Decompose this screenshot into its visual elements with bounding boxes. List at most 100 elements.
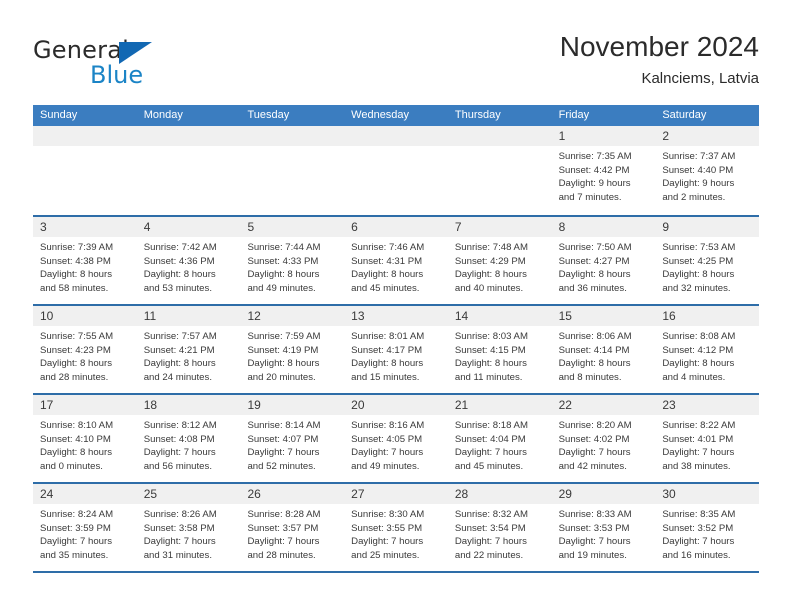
day-number: 14 bbox=[454, 309, 469, 323]
sunset-text: Sunset: 4:01 PM bbox=[662, 433, 734, 445]
day-number: 17 bbox=[40, 398, 54, 412]
sunrise-text: Sunrise: 8:06 AM bbox=[558, 331, 632, 342]
day-cell[interactable]: 1 Sunrise: 7:35 AM Sunset: 4:42 PM Daylight… bbox=[551, 126, 656, 215]
day-cell[interactable]: 15 Sunrise: 8:06 AM Sunset: 4:14 PM Dayligh… bbox=[551, 306, 656, 393]
sunrise-text: Sunrise: 7:44 AM bbox=[247, 242, 321, 253]
daylight-text-line1: Daylight: 8 hours bbox=[662, 358, 735, 370]
day-cell[interactable]: 13 Sunrise: 8:01 AM Sunset: 4:17 PM Dayligh… bbox=[344, 306, 448, 393]
daylight-text-line1: Daylight: 7 hours bbox=[40, 536, 112, 548]
day-number-band bbox=[136, 126, 241, 146]
sunset-text: Sunset: 4:07 PM bbox=[247, 433, 319, 445]
day-number: 26 bbox=[247, 487, 261, 501]
day-number: 16 bbox=[662, 309, 676, 323]
day-cell[interactable]: 11 Sunrise: 7:57 AM Sunset: 4:21 PM Dayligh… bbox=[136, 306, 241, 393]
day-cell[interactable]: 16 Sunrise: 8:08 AM Sunset: 4:12 PM Dayligh… bbox=[655, 306, 760, 393]
day-cell[interactable]: 19 Sunrise: 8:14 AM Sunset: 4:07 PM Dayligh… bbox=[240, 395, 345, 482]
daylight-text-line2: and 7 minutes. bbox=[558, 191, 622, 203]
day-cell[interactable]: 12 Sunrise: 7:59 AM Sunset: 4:19 PM Dayligh… bbox=[240, 306, 345, 393]
day-number-band bbox=[240, 126, 345, 146]
sunrise-text: Sunrise: 7:37 AM bbox=[662, 151, 736, 162]
daylight-text-line2: and 38 minutes. bbox=[662, 460, 731, 472]
day-cell[interactable]: 5 Sunrise: 7:44 AM Sunset: 4:33 PM Daylight… bbox=[240, 217, 345, 304]
sunset-text: Sunset: 4:36 PM bbox=[143, 255, 215, 267]
daylight-text-line1: Daylight: 8 hours bbox=[351, 358, 424, 370]
sunset-text: Sunset: 4:21 PM bbox=[143, 344, 215, 356]
sunset-text: Sunset: 4:12 PM bbox=[662, 344, 734, 356]
day-number-band: 17 bbox=[33, 395, 137, 415]
day-number: 28 bbox=[454, 487, 469, 501]
day-info: Sunrise: 8:16 AM Sunset: 4:05 PM Daylight:… bbox=[344, 415, 448, 473]
day-cell[interactable]: 8 Sunrise: 7:50 AM Sunset: 4:27 PM Daylight… bbox=[551, 217, 656, 304]
day-cell[interactable]: 4 Sunrise: 7:42 AM Sunset: 4:36 PM Daylight… bbox=[136, 217, 241, 304]
day-cell[interactable]: 10 Sunrise: 7:55 AM Sunset: 4:23 PM Dayligh… bbox=[33, 306, 137, 393]
day-number-band: 7 bbox=[447, 217, 552, 237]
day-number-band: 11 bbox=[136, 306, 241, 326]
daylight-text-line1: Daylight: 7 hours bbox=[247, 536, 320, 548]
day-info: Sunrise: 8:12 AM Sunset: 4:08 PM Daylight:… bbox=[137, 415, 241, 473]
day-cell[interactable]: 24 Sunrise: 8:24 AM Sunset: 3:59 PM Dayligh… bbox=[33, 484, 137, 571]
day-number-band: 12 bbox=[240, 306, 345, 326]
sunset-text: Sunset: 3:52 PM bbox=[662, 522, 734, 534]
day-info: Sunrise: 8:33 AM Sunset: 3:53 PM Daylight:… bbox=[552, 504, 656, 562]
general-blue-logo: General Blue bbox=[33, 36, 213, 89]
day-cell[interactable]: 21 Sunrise: 8:18 AM Sunset: 4:04 PM Dayligh… bbox=[447, 395, 552, 482]
sunrise-text: Sunrise: 7:50 AM bbox=[558, 242, 632, 253]
day-cell[interactable]: 23 Sunrise: 8:22 AM Sunset: 4:01 PM Dayligh… bbox=[655, 395, 760, 482]
day-cell[interactable]: 9 Sunrise: 7:53 AM Sunset: 4:25 PM Daylight… bbox=[655, 217, 760, 304]
day-cell[interactable]: 28 Sunrise: 8:32 AM Sunset: 3:54 PM Dayligh… bbox=[447, 484, 552, 571]
sunrise-text: Sunrise: 7:59 AM bbox=[247, 331, 321, 342]
daylight-text-line2: and 52 minutes. bbox=[247, 460, 316, 472]
daylight-text-line2: and 56 minutes. bbox=[143, 460, 212, 472]
day-number: 30 bbox=[662, 487, 676, 501]
day-info: Sunrise: 8:10 AM Sunset: 4:10 PM Daylight:… bbox=[33, 415, 137, 473]
daylight-text-line2: and 35 minutes. bbox=[40, 549, 109, 561]
day-cell[interactable]: 25 Sunrise: 8:26 AM Sunset: 3:58 PM Dayligh… bbox=[136, 484, 241, 571]
sunrise-text: Sunrise: 8:33 AM bbox=[558, 509, 632, 520]
sunrise-text: Sunrise: 8:22 AM bbox=[662, 420, 736, 431]
day-cell[interactable]: 26 Sunrise: 8:28 AM Sunset: 3:57 PM Dayligh… bbox=[240, 484, 345, 571]
day-cell[interactable]: 3 Sunrise: 7:39 AM Sunset: 4:38 PM Daylight… bbox=[33, 217, 137, 304]
daylight-text-line2: and 2 minutes. bbox=[662, 191, 726, 203]
daylight-text-line2: and 53 minutes. bbox=[143, 282, 212, 294]
day-number-band: 1 bbox=[551, 126, 656, 146]
day-cell-empty bbox=[447, 126, 552, 215]
sunset-text: Sunset: 4:23 PM bbox=[40, 344, 111, 356]
daylight-text-line2: and 11 minutes. bbox=[454, 371, 523, 383]
day-number-band bbox=[447, 126, 552, 146]
sunrise-text: Sunrise: 8:14 AM bbox=[247, 420, 321, 431]
week-row: 3 Sunrise: 7:39 AM Sunset: 4:38 PM Daylight… bbox=[33, 215, 760, 304]
sunrise-text: Sunrise: 8:16 AM bbox=[351, 420, 425, 431]
sunrise-text: Sunrise: 8:01 AM bbox=[351, 331, 425, 342]
day-cell[interactable]: 30 Sunrise: 8:35 AM Sunset: 3:52 PM Dayligh… bbox=[655, 484, 760, 571]
daylight-text-line1: Daylight: 7 hours bbox=[351, 536, 424, 548]
day-number-band: 2 bbox=[655, 126, 760, 146]
day-cell[interactable]: 2 Sunrise: 7:37 AM Sunset: 4:40 PM Daylight… bbox=[655, 126, 760, 215]
daylight-text-line2: and 40 minutes. bbox=[454, 282, 524, 294]
day-cell[interactable]: 17 Sunrise: 8:10 AM Sunset: 4:10 PM Dayligh… bbox=[33, 395, 137, 482]
day-number: 2 bbox=[662, 129, 669, 143]
daylight-text-line1: Daylight: 8 hours bbox=[662, 269, 735, 281]
week-row: 10 Sunrise: 7:55 AM Sunset: 4:23 PM Dayligh… bbox=[33, 304, 760, 393]
day-number: 29 bbox=[558, 487, 572, 501]
day-cell[interactable]: 20 Sunrise: 8:16 AM Sunset: 4:05 PM Dayligh… bbox=[344, 395, 448, 482]
day-cell[interactable]: 6 Sunrise: 7:46 AM Sunset: 4:31 PM Daylight… bbox=[344, 217, 448, 304]
day-number-band: 27 bbox=[344, 484, 448, 504]
daylight-text-line2: and 49 minutes. bbox=[247, 282, 316, 294]
weekday-header-row: Sunday Monday Tuesday Wednesday Thursday… bbox=[33, 105, 759, 126]
day-cell[interactable]: 29 Sunrise: 8:33 AM Sunset: 3:53 PM Dayligh… bbox=[551, 484, 656, 571]
daylight-text-line1: Daylight: 7 hours bbox=[143, 447, 216, 459]
day-number-band: 25 bbox=[136, 484, 241, 504]
day-number: 23 bbox=[662, 398, 676, 412]
day-cell[interactable]: 18 Sunrise: 8:12 AM Sunset: 4:08 PM Dayligh… bbox=[136, 395, 241, 482]
day-cell[interactable]: 27 Sunrise: 8:30 AM Sunset: 3:55 PM Dayligh… bbox=[344, 484, 448, 571]
day-cell[interactable]: 14 Sunrise: 8:03 AM Sunset: 4:15 PM Dayligh… bbox=[447, 306, 552, 393]
day-cell-empty bbox=[344, 126, 448, 215]
day-info: Sunrise: 8:06 AM Sunset: 4:14 PM Daylight:… bbox=[552, 326, 656, 384]
day-cell[interactable]: 22 Sunrise: 8:20 AM Sunset: 4:02 PM Dayligh… bbox=[551, 395, 656, 482]
sunrise-text: Sunrise: 8:35 AM bbox=[662, 509, 736, 520]
daylight-text-line2: and 45 minutes. bbox=[351, 282, 420, 294]
calendar-grid: Sunday Monday Tuesday Wednesday Thursday… bbox=[33, 105, 760, 573]
sunset-text: Sunset: 4:42 PM bbox=[558, 164, 630, 176]
weekday-tuesday: Tuesday bbox=[247, 109, 290, 121]
day-cell[interactable]: 7 Sunrise: 7:48 AM Sunset: 4:29 PM Daylight… bbox=[447, 217, 552, 304]
